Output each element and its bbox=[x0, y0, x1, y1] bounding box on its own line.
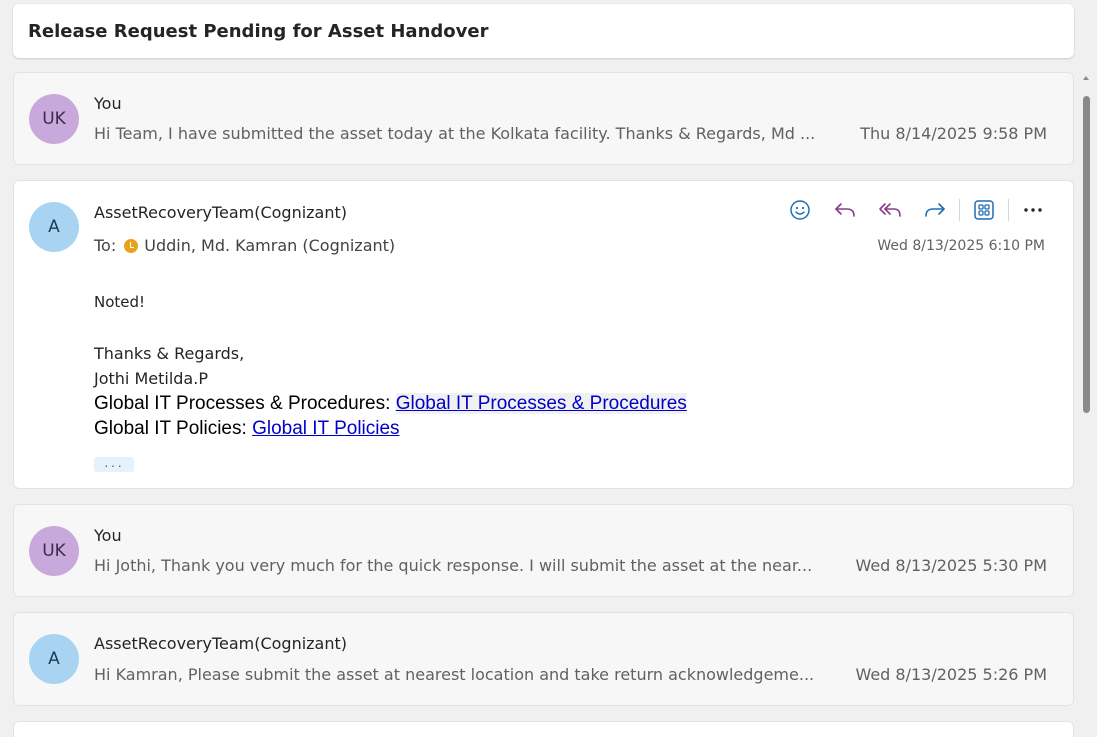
presence-away-icon bbox=[124, 238, 139, 253]
scroll-up-icon[interactable] bbox=[1083, 76, 1089, 80]
body-text: Noted! bbox=[94, 293, 146, 311]
forward-icon[interactable] bbox=[921, 196, 949, 224]
more-icon[interactable] bbox=[1019, 196, 1047, 224]
avatar-initials: A bbox=[48, 217, 60, 237]
processes-link[interactable]: Global IT Processes & Procedures bbox=[395, 393, 687, 414]
message-card-collapsed[interactable]: A AssetRecoveryTeam(Cognizant) Hi Kamran… bbox=[13, 612, 1074, 706]
avatar: UK bbox=[29, 526, 79, 576]
avatar-initials: UK bbox=[42, 109, 66, 129]
message-card-collapsed[interactable]: UK You Hi Team, I have submitted the ass… bbox=[13, 72, 1074, 165]
sender-name: AssetRecoveryTeam(Cognizant) bbox=[94, 634, 348, 653]
message-card-expanded: A AssetRecoveryTeam(Cognizant) To: Uddin… bbox=[13, 180, 1074, 489]
message-card-partial[interactable] bbox=[13, 721, 1074, 737]
avatar: A bbox=[29, 634, 79, 684]
action-separator bbox=[959, 199, 960, 221]
show-more-button[interactable]: ··· bbox=[94, 457, 134, 472]
message-date: Wed 8/13/2025 5:26 PM bbox=[855, 665, 1047, 684]
recipient-name[interactable]: Uddin, Md. Kamran (Cognizant) bbox=[144, 236, 395, 255]
message-card-collapsed[interactable]: UK You Hi Jothi, Thank you very much for… bbox=[13, 504, 1074, 597]
message-date: Thu 8/14/2025 9:58 PM bbox=[860, 124, 1047, 143]
sender-name: You bbox=[94, 526, 122, 545]
avatar-initials: A bbox=[48, 649, 60, 669]
message-date: Wed 8/13/2025 5:30 PM bbox=[855, 556, 1047, 575]
to-line: To: Uddin, Md. Kamran (Cognizant) bbox=[94, 236, 395, 255]
reply-icon[interactable] bbox=[831, 196, 859, 224]
message-preview: Hi Team, I have submitted the asset toda… bbox=[94, 124, 816, 143]
signature-regards: Thanks & Regards, bbox=[94, 344, 245, 363]
thread-subject: Release Request Pending for Asset Handov… bbox=[28, 20, 489, 42]
policies-link[interactable]: Global IT Policies bbox=[252, 418, 400, 439]
avatar: A bbox=[29, 202, 79, 252]
sender-name: You bbox=[94, 94, 122, 113]
signature-name: Jothi Metilda.P bbox=[94, 369, 208, 388]
sender-name[interactable]: AssetRecoveryTeam(Cognizant) bbox=[94, 203, 347, 222]
message-preview: Hi Jothi, Thank you very much for the qu… bbox=[94, 556, 813, 575]
message-body: Noted! Thanks & Regards, Jothi Metilda.P… bbox=[94, 293, 687, 441]
reading-pane: Release Request Pending for Asset Handov… bbox=[0, 0, 1097, 737]
message-actions bbox=[786, 196, 1047, 224]
avatar-initials: UK bbox=[42, 541, 66, 561]
scrollbar-thumb[interactable] bbox=[1083, 96, 1090, 413]
reply-all-icon[interactable] bbox=[876, 196, 904, 224]
signature-links: Global IT Processes & Procedures: Global… bbox=[94, 391, 687, 441]
emoji-icon[interactable] bbox=[786, 196, 814, 224]
message-date: Wed 8/13/2025 6:10 PM bbox=[877, 238, 1045, 254]
apps-icon[interactable] bbox=[970, 196, 998, 224]
subject-bar: Release Request Pending for Asset Handov… bbox=[13, 4, 1074, 58]
avatar: UK bbox=[29, 94, 79, 144]
signature-block: Thanks & Regards, Jothi Metilda.P bbox=[94, 341, 687, 391]
processes-label: Global IT Processes & Procedures: bbox=[94, 393, 391, 414]
to-label: To: bbox=[94, 236, 117, 255]
action-separator bbox=[1008, 199, 1009, 221]
message-preview: Hi Kamran, Please submit the asset at ne… bbox=[94, 665, 815, 684]
policies-label: Global IT Policies: bbox=[94, 418, 247, 439]
